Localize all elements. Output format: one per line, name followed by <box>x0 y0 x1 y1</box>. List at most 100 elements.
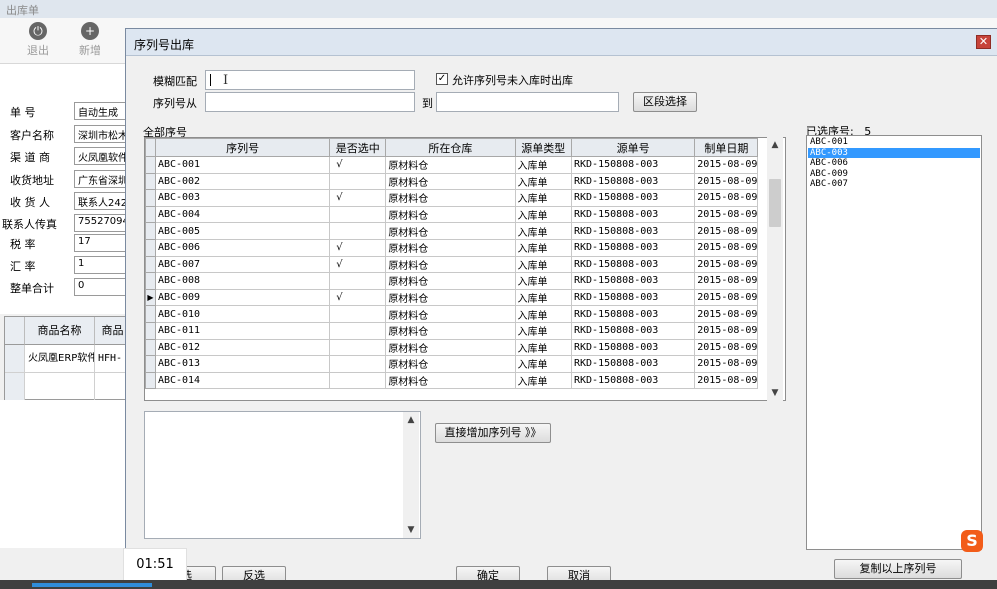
scroll-down-icon[interactable]: ▼ <box>767 385 783 401</box>
cell-selected[interactable] <box>329 172 387 191</box>
cell-source-no[interactable]: RKD-150808-003 <box>570 156 696 174</box>
serial-entry-textarea[interactable] <box>144 411 421 539</box>
cell-selected[interactable] <box>329 305 387 323</box>
cell-date[interactable]: 2015-08-09 <box>694 255 759 274</box>
cell-serial[interactable]: ABC-005 <box>154 222 331 240</box>
cell-source-no[interactable]: RKD-150808-003 <box>570 238 696 257</box>
cell-source-type[interactable]: 入库单 <box>514 156 572 174</box>
table-row[interactable]: ABC-013 原材料仓 入库单 RKD-150808-003 2015-08-09 <box>145 355 785 373</box>
cell-selected[interactable] <box>329 338 387 357</box>
table-row[interactable]: ▶ ABC-009 √ 原材料仓 入库单 RKD-150808-003 2015-08-09 <box>145 288 785 307</box>
cell-warehouse[interactable]: 原材料仓 <box>385 371 516 390</box>
cell-selected[interactable]: √ <box>329 255 387 274</box>
list-item[interactable]: ABC-009 <box>808 169 980 180</box>
cell-date[interactable]: 2015-08-09 <box>694 205 759 224</box>
cell-source-type[interactable]: 入库单 <box>514 371 572 390</box>
list-item[interactable]: ABC-007 <box>808 179 980 190</box>
table-row[interactable]: ABC-001 √ 原材料仓 入库单 RKD-150808-003 2015-08-09 <box>145 156 785 174</box>
cell-date[interactable]: 2015-08-09 <box>694 156 759 174</box>
close-button[interactable]: ✕ <box>976 35 991 49</box>
cell-source-no[interactable]: RKD-150808-003 <box>570 371 696 390</box>
table-row-cell[interactable] <box>25 373 95 401</box>
scroll-down-icon[interactable]: ▼ <box>403 522 419 538</box>
cell-selected[interactable] <box>329 272 387 290</box>
cell-source-no[interactable]: RKD-150808-003 <box>570 189 696 207</box>
cell-serial[interactable]: ABC-001 <box>154 156 331 174</box>
range-from-input[interactable] <box>205 92 415 112</box>
list-item[interactable]: ABC-003 <box>808 147 980 158</box>
cell-source-no[interactable]: RKD-150808-003 <box>570 305 696 323</box>
header-warehouse[interactable]: 所在仓库 <box>385 138 516 157</box>
cell-serial[interactable]: ABC-003 <box>154 189 331 207</box>
cell-serial[interactable]: ABC-007 <box>154 255 331 274</box>
header-serial[interactable]: 序列号 <box>154 138 331 157</box>
cell-warehouse[interactable]: 原材料仓 <box>385 321 516 340</box>
range-select-button[interactable]: 区段选择 <box>633 92 697 112</box>
textarea-scrollbar[interactable]: ▲ ▼ <box>403 412 419 538</box>
cell-date[interactable]: 2015-08-09 <box>694 305 759 323</box>
cell-source-type[interactable]: 入库单 <box>514 355 572 373</box>
cell-selected[interactable]: √ <box>329 189 387 207</box>
exit-button[interactable]: ⏻ 退出 <box>18 22 58 58</box>
header-selected[interactable]: 是否选中 <box>329 138 387 157</box>
cell-serial[interactable]: ABC-010 <box>154 305 331 323</box>
list-item[interactable]: ABC-001 <box>808 137 980 148</box>
table-row[interactable]: ABC-002 原材料仓 入库单 RKD-150808-003 2015-08-09 <box>145 172 785 191</box>
cell-warehouse[interactable]: 原材料仓 <box>385 305 516 323</box>
cell-source-no[interactable]: RKD-150808-003 <box>570 172 696 191</box>
table-row[interactable]: ABC-011 原材料仓 入库单 RKD-150808-003 2015-08-09 <box>145 321 785 340</box>
cell-warehouse[interactable]: 原材料仓 <box>385 288 516 307</box>
cell-date[interactable]: 2015-08-09 <box>694 288 759 307</box>
cell-warehouse[interactable]: 原材料仓 <box>385 189 516 207</box>
cell-source-type[interactable]: 入库单 <box>514 189 572 207</box>
cell-warehouse[interactable]: 原材料仓 <box>385 272 516 290</box>
cell-source-type[interactable]: 入库单 <box>514 305 572 323</box>
table-row[interactable]: ABC-007 √ 原材料仓 入库单 RKD-150808-003 2015-08-09 <box>145 255 785 274</box>
table-row[interactable]: ABC-004 原材料仓 入库单 RKD-150808-003 2015-08-09 <box>145 205 785 224</box>
cell-warehouse[interactable]: 原材料仓 <box>385 222 516 240</box>
cell-serial[interactable]: ABC-012 <box>154 338 331 357</box>
cell-source-no[interactable]: RKD-150808-003 <box>570 355 696 373</box>
cell-serial[interactable]: ABC-006 <box>154 238 331 257</box>
add-serial-directly-button[interactable]: 直接增加序列号 》》 <box>435 423 551 443</box>
cell-warehouse[interactable]: 原材料仓 <box>385 156 516 174</box>
header-date[interactable]: 制单日期 <box>694 138 759 157</box>
cell-source-type[interactable]: 入库单 <box>514 172 572 191</box>
cell-selected[interactable]: √ <box>329 238 387 257</box>
cell-serial[interactable]: ABC-008 <box>154 272 331 290</box>
range-to-input[interactable] <box>436 92 619 112</box>
cell-source-type[interactable]: 入库单 <box>514 255 572 274</box>
cell-date[interactable]: 2015-08-09 <box>694 321 759 340</box>
cell-date[interactable]: 2015-08-09 <box>694 355 759 373</box>
table-row[interactable]: ABC-008 原材料仓 入库单 RKD-150808-003 2015-08-09 <box>145 272 785 290</box>
cell-warehouse[interactable]: 原材料仓 <box>385 205 516 224</box>
cell-warehouse[interactable]: 原材料仓 <box>385 355 516 373</box>
cell-source-type[interactable]: 入库单 <box>514 288 572 307</box>
cell-warehouse[interactable]: 原材料仓 <box>385 172 516 191</box>
header-source-type[interactable]: 源单类型 <box>514 138 572 157</box>
copy-serials-button[interactable]: 复制以上序列号 <box>834 559 962 579</box>
cell-selected[interactable]: √ <box>329 156 387 174</box>
cell-selected[interactable] <box>329 355 387 373</box>
table-row[interactable]: ABC-006 √ 原材料仓 入库单 RKD-150808-003 2015-08-09 <box>145 238 785 257</box>
cell-date[interactable]: 2015-08-09 <box>694 222 759 240</box>
cell-source-no[interactable]: RKD-150808-003 <box>570 222 696 240</box>
cell-date[interactable]: 2015-08-09 <box>694 371 759 390</box>
scroll-thumb[interactable] <box>769 179 781 227</box>
cell-source-type[interactable]: 入库单 <box>514 222 572 240</box>
list-item[interactable]: ABC-006 <box>808 158 980 169</box>
scroll-up-icon[interactable]: ▲ <box>403 412 419 428</box>
cell-selected[interactable] <box>329 205 387 224</box>
cell-selected[interactable] <box>329 321 387 340</box>
cell-serial[interactable]: ABC-009 <box>154 288 331 307</box>
cell-source-no[interactable]: RKD-150808-003 <box>570 255 696 274</box>
allow-unstocked-checkbox[interactable]: ✓ <box>436 73 448 85</box>
sogou-ime-icon[interactable]: S <box>961 530 983 552</box>
cell-warehouse[interactable]: 原材料仓 <box>385 238 516 257</box>
cell-date[interactable]: 2015-08-09 <box>694 238 759 257</box>
cell-source-no[interactable]: RKD-150808-003 <box>570 288 696 307</box>
scroll-up-icon[interactable]: ▲ <box>767 137 783 153</box>
grid-header-product-name[interactable]: 商品名称 <box>25 317 95 345</box>
cell-source-type[interactable]: 入库单 <box>514 272 572 290</box>
selected-serials-list[interactable]: ABC-001 ABC-003 ABC-006 ABC-009 ABC-007 <box>806 135 982 550</box>
